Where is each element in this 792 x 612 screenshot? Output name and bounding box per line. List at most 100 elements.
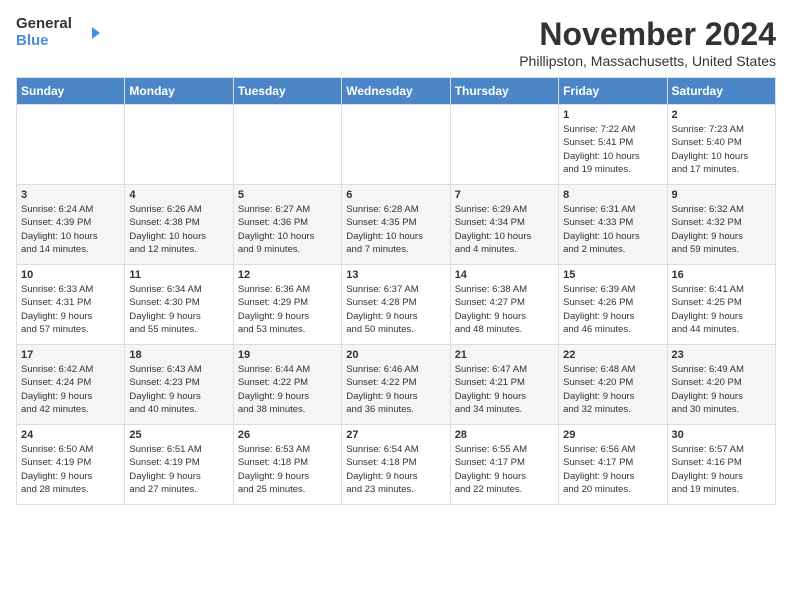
day-cell-20: 20 Sunrise: 6:46 AM Sunset: 4:22 PM Dayli… (342, 345, 450, 425)
day-number: 6 (346, 189, 445, 201)
day-number: 8 (563, 189, 662, 201)
title-block: November 2024 Phillipston, Massachusetts… (519, 16, 776, 69)
day-number: 2 (672, 109, 771, 121)
day-cell-29: 29Sunrise: 6:56 AM Sunset: 4:17 PM Dayli… (559, 425, 667, 505)
day-info: Sunrise: 7:23 AM Sunset: 5:40 PM Dayligh… (672, 123, 771, 176)
day-cell-12: 12Sunrise: 6:36 AM Sunset: 4:29 PM Dayli… (233, 265, 341, 345)
day-number: 19 (238, 349, 337, 361)
day-number: 22 (563, 349, 662, 361)
day-cell-6: 6 Sunrise: 6:28 AM Sunset: 4:35 PM Daylig… (342, 185, 450, 265)
day-cell-24: 24 Sunrise: 6:50 AM Sunset: 4:19 PM Dayli… (17, 425, 125, 505)
day-info: Sunrise: 6:24 AM Sunset: 4:39 PM Dayligh… (21, 203, 120, 256)
day-cell-2: 2 Sunrise: 7:23 AM Sunset: 5:40 PM Daylig… (667, 105, 775, 185)
day-number: 29 (563, 429, 662, 441)
day-info: Sunrise: 6:29 AM Sunset: 4:34 PM Dayligh… (455, 203, 554, 256)
empty-cell (342, 105, 450, 185)
logo-line2: Blue (16, 33, 72, 50)
day-info: Sunrise: 6:55 AM Sunset: 4:17 PM Dayligh… (455, 443, 554, 496)
month-title: November 2024 (519, 16, 776, 53)
week-row-2: 3 Sunrise: 6:24 AM Sunset: 4:39 PM Daylig… (17, 185, 776, 265)
day-cell-27: 27Sunrise: 6:54 AM Sunset: 4:18 PM Dayli… (342, 425, 450, 505)
day-info: Sunrise: 6:46 AM Sunset: 4:22 PM Dayligh… (346, 363, 445, 416)
day-info: Sunrise: 6:57 AM Sunset: 4:16 PM Dayligh… (672, 443, 771, 496)
empty-cell (125, 105, 233, 185)
day-info: Sunrise: 6:37 AM Sunset: 4:28 PM Dayligh… (346, 283, 445, 336)
day-info: Sunrise: 6:51 AM Sunset: 4:19 PM Dayligh… (129, 443, 228, 496)
day-number: 4 (129, 189, 228, 201)
days-header-row: SundayMondayTuesdayWednesdayThursdayFrid… (17, 78, 776, 105)
day-info: Sunrise: 6:44 AM Sunset: 4:22 PM Dayligh… (238, 363, 337, 416)
logo-line1: General (16, 16, 72, 33)
day-cell-7: 7 Sunrise: 6:29 AM Sunset: 4:34 PM Daylig… (450, 185, 558, 265)
day-header-sunday: Sunday (17, 78, 125, 105)
week-row-1: 1Sunrise: 7:22 AM Sunset: 5:41 PM Daylig… (17, 105, 776, 185)
day-info: Sunrise: 6:53 AM Sunset: 4:18 PM Dayligh… (238, 443, 337, 496)
day-info: Sunrise: 6:32 AM Sunset: 4:32 PM Dayligh… (672, 203, 771, 256)
day-header-friday: Friday (559, 78, 667, 105)
day-info: Sunrise: 6:34 AM Sunset: 4:30 PM Dayligh… (129, 283, 228, 336)
day-info: Sunrise: 6:50 AM Sunset: 4:19 PM Dayligh… (21, 443, 120, 496)
day-cell-5: 5Sunrise: 6:27 AM Sunset: 4:36 PM Daylig… (233, 185, 341, 265)
day-cell-14: 14Sunrise: 6:38 AM Sunset: 4:27 PM Dayli… (450, 265, 558, 345)
week-row-4: 17Sunrise: 6:42 AM Sunset: 4:24 PM Dayli… (17, 345, 776, 425)
day-cell-18: 18 Sunrise: 6:43 AM Sunset: 4:23 PM Dayli… (125, 345, 233, 425)
day-number: 18 (129, 349, 228, 361)
day-info: Sunrise: 6:33 AM Sunset: 4:31 PM Dayligh… (21, 283, 120, 336)
empty-cell (450, 105, 558, 185)
day-cell-1: 1Sunrise: 7:22 AM Sunset: 5:41 PM Daylig… (559, 105, 667, 185)
day-cell-28: 28Sunrise: 6:55 AM Sunset: 4:17 PM Dayli… (450, 425, 558, 505)
day-header-thursday: Thursday (450, 78, 558, 105)
day-number: 5 (238, 189, 337, 201)
day-cell-13: 13 Sunrise: 6:37 AM Sunset: 4:28 PM Dayli… (342, 265, 450, 345)
day-cell-19: 19 Sunrise: 6:44 AM Sunset: 4:22 PM Dayli… (233, 345, 341, 425)
logo: General Blue (16, 16, 100, 49)
day-info: Sunrise: 6:49 AM Sunset: 4:20 PM Dayligh… (672, 363, 771, 416)
day-number: 30 (672, 429, 771, 441)
day-info: Sunrise: 6:43 AM Sunset: 4:23 PM Dayligh… (129, 363, 228, 416)
day-number: 24 (21, 429, 120, 441)
day-cell-4: 4 Sunrise: 6:26 AM Sunset: 4:38 PM Daylig… (125, 185, 233, 265)
day-number: 26 (238, 429, 337, 441)
day-number: 11 (129, 269, 228, 281)
day-cell-17: 17Sunrise: 6:42 AM Sunset: 4:24 PM Dayli… (17, 345, 125, 425)
day-header-tuesday: Tuesday (233, 78, 341, 105)
day-info: Sunrise: 6:47 AM Sunset: 4:21 PM Dayligh… (455, 363, 554, 416)
day-number: 20 (346, 349, 445, 361)
day-number: 25 (129, 429, 228, 441)
day-number: 23 (672, 349, 771, 361)
day-info: Sunrise: 7:22 AM Sunset: 5:41 PM Dayligh… (563, 123, 662, 176)
day-number: 13 (346, 269, 445, 281)
week-row-3: 10 Sunrise: 6:33 AM Sunset: 4:31 PM Dayli… (17, 265, 776, 345)
day-number: 27 (346, 429, 445, 441)
day-header-saturday: Saturday (667, 78, 775, 105)
day-cell-16: 16Sunrise: 6:41 AM Sunset: 4:25 PM Dayli… (667, 265, 775, 345)
empty-cell (233, 105, 341, 185)
day-cell-10: 10 Sunrise: 6:33 AM Sunset: 4:31 PM Dayli… (17, 265, 125, 345)
day-number: 3 (21, 189, 120, 201)
day-cell-23: 23 Sunrise: 6:49 AM Sunset: 4:20 PM Dayli… (667, 345, 775, 425)
day-cell-11: 11 Sunrise: 6:34 AM Sunset: 4:30 PM Dayli… (125, 265, 233, 345)
day-number: 15 (563, 269, 662, 281)
day-info: Sunrise: 6:28 AM Sunset: 4:35 PM Dayligh… (346, 203, 445, 256)
day-info: Sunrise: 6:31 AM Sunset: 4:33 PM Dayligh… (563, 203, 662, 256)
day-info: Sunrise: 6:36 AM Sunset: 4:29 PM Dayligh… (238, 283, 337, 336)
calendar-table: SundayMondayTuesdayWednesdayThursdayFrid… (16, 77, 776, 505)
day-number: 7 (455, 189, 554, 201)
day-number: 21 (455, 349, 554, 361)
page-header: General Blue November 2024 Phillipston, … (16, 16, 776, 69)
day-cell-26: 26 Sunrise: 6:53 AM Sunset: 4:18 PM Dayli… (233, 425, 341, 505)
day-number: 10 (21, 269, 120, 281)
day-info: Sunrise: 6:48 AM Sunset: 4:20 PM Dayligh… (563, 363, 662, 416)
day-cell-15: 15Sunrise: 6:39 AM Sunset: 4:26 PM Dayli… (559, 265, 667, 345)
day-number: 9 (672, 189, 771, 201)
day-info: Sunrise: 6:26 AM Sunset: 4:38 PM Dayligh… (129, 203, 228, 256)
day-cell-30: 30 Sunrise: 6:57 AM Sunset: 4:16 PM Dayli… (667, 425, 775, 505)
week-row-5: 24 Sunrise: 6:50 AM Sunset: 4:19 PM Dayli… (17, 425, 776, 505)
day-cell-9: 9 Sunrise: 6:32 AM Sunset: 4:32 PM Daylig… (667, 185, 775, 265)
day-cell-22: 22 Sunrise: 6:48 AM Sunset: 4:20 PM Dayli… (559, 345, 667, 425)
day-info: Sunrise: 6:42 AM Sunset: 4:24 PM Dayligh… (21, 363, 120, 416)
day-info: Sunrise: 6:38 AM Sunset: 4:27 PM Dayligh… (455, 283, 554, 336)
day-header-monday: Monday (125, 78, 233, 105)
logo-arrow-icon (76, 23, 100, 43)
day-cell-21: 21 Sunrise: 6:47 AM Sunset: 4:21 PM Dayli… (450, 345, 558, 425)
